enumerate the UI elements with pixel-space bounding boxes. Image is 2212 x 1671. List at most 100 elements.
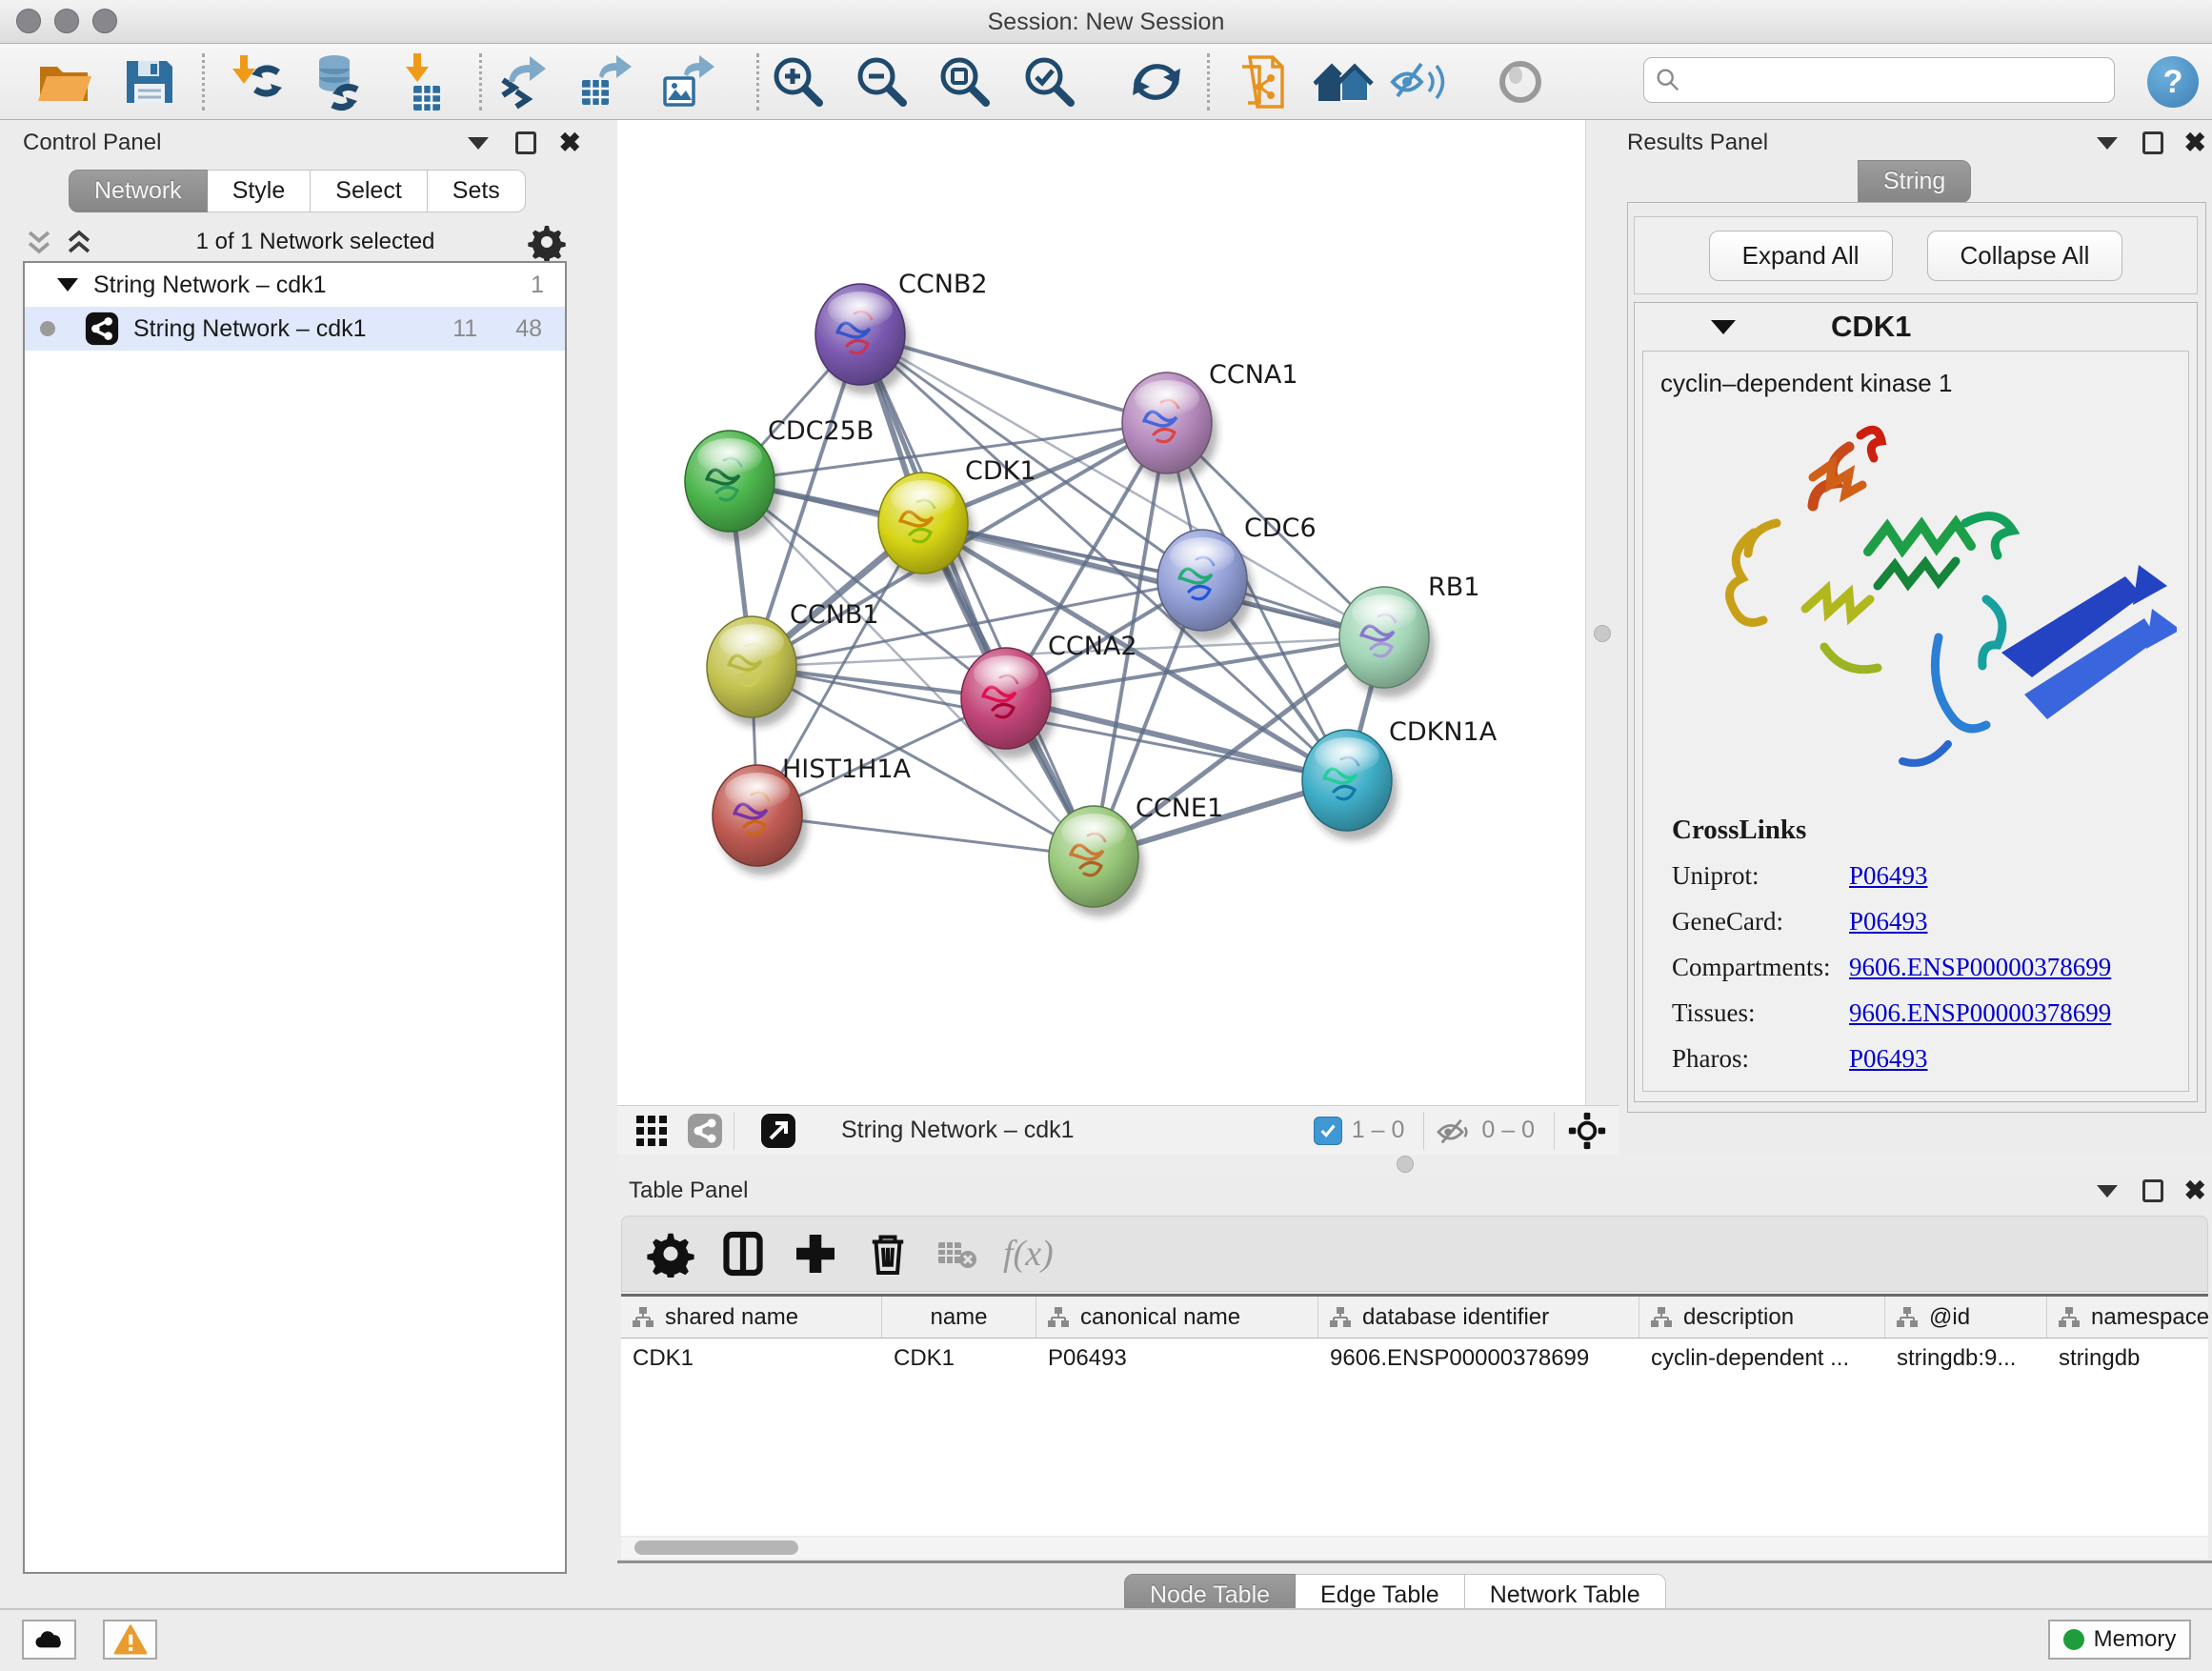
crosslink-link[interactable]: P06493 <box>1849 907 1928 936</box>
network-node-HIST1H1A[interactable]: HIST1H1A <box>713 755 912 876</box>
cell-databaseidentifier[interactable]: 9606.ENSP00000378699 <box>1318 1339 1639 1380</box>
export-network-button[interactable] <box>493 51 554 112</box>
crosslink-link[interactable]: P06493 <box>1849 1044 1928 1074</box>
tree-expander-icon[interactable] <box>57 278 78 292</box>
selected-count: 1 – 0 <box>1352 1117 1405 1144</box>
network-collection-row[interactable]: String Network – cdk1 1 <box>25 263 565 307</box>
network-node-CDKN1A[interactable]: CDKN1A <box>1302 717 1498 840</box>
network-node-CCNB1[interactable]: CCNB1 <box>707 600 879 727</box>
collapse-all-icon[interactable] <box>23 226 55 258</box>
cloud-status-button[interactable] <box>22 1620 76 1660</box>
network-node-CCNB2[interactable]: CCNB2 <box>815 270 988 394</box>
toolbar-search-field[interactable] <box>1643 57 2115 103</box>
cell-id[interactable]: stringdb:9... <box>1885 1339 2047 1380</box>
show-all-button[interactable] <box>1490 51 1551 112</box>
memory-button[interactable]: Memory <box>2048 1620 2191 1660</box>
help-button[interactable]: ? <box>2147 56 2199 108</box>
panel-menu-button[interactable] <box>2097 137 2118 150</box>
network-edge-HIST1H1A-CCNE1[interactable] <box>757 815 1094 856</box>
cell-canonicalname[interactable]: P06493 <box>1036 1339 1318 1380</box>
horizontal-scrollbar[interactable] <box>621 1538 2208 1559</box>
cell-description[interactable]: cyclin-dependent ... <box>1639 1339 1885 1380</box>
network-node-CDK1[interactable]: CDK1 <box>878 456 1036 583</box>
export-image-button[interactable] <box>659 51 720 112</box>
expand-all-button[interactable]: Expand All <box>1709 231 1893 281</box>
node-label-CCNB2: CCNB2 <box>898 270 988 299</box>
zoom-fit-button[interactable] <box>935 51 995 112</box>
tab-string[interactable]: String <box>1858 160 1971 203</box>
panel-close-button[interactable]: ✖ <box>2184 1178 2206 1204</box>
tab-sets[interactable]: Sets <box>428 170 526 212</box>
results-panel-title: Results Panel <box>1627 130 1768 156</box>
search-input[interactable] <box>1682 61 2114 99</box>
home-view-button[interactable] <box>1314 51 1375 112</box>
panel-float-button[interactable] <box>2142 131 2163 154</box>
import-table-button[interactable] <box>392 51 453 112</box>
panel-menu-button[interactable] <box>468 137 489 150</box>
import-database-button[interactable] <box>308 51 369 112</box>
show-columns-icon[interactable] <box>719 1230 767 1278</box>
gene-section-header[interactable]: CDK1 <box>1635 303 2197 351</box>
collapse-all-button[interactable]: Collapse All <box>1927 231 2123 281</box>
crosslink-link[interactable]: 9606.ENSP00000378699 <box>1849 998 2111 1028</box>
panel-float-button[interactable] <box>515 131 536 154</box>
save-session-button[interactable] <box>119 51 180 112</box>
column-header-databaseidentifier[interactable]: database identifier <box>1318 1297 1639 1338</box>
horizontal-splitter[interactable] <box>617 1155 2212 1174</box>
table-row[interactable]: CDK1CDK1P064939606.ENSP00000378699cyclin… <box>621 1339 2208 1380</box>
expand-all-icon[interactable] <box>63 226 95 258</box>
tab-network[interactable]: Network <box>69 170 208 212</box>
cell-sharedname[interactable]: CDK1 <box>621 1339 882 1380</box>
network-node-RB1[interactable]: RB1 <box>1339 573 1479 697</box>
panel-close-button[interactable]: ✖ <box>2184 130 2206 156</box>
add-column-icon[interactable] <box>792 1230 839 1278</box>
column-header-id[interactable]: @id <box>1885 1297 2047 1338</box>
tab-style[interactable]: Style <box>208 170 312 212</box>
splitter-handle[interactable] <box>1594 625 1611 642</box>
tab-select[interactable]: Select <box>311 170 427 212</box>
toolbar-separator <box>479 53 482 111</box>
panel-float-button[interactable] <box>2142 1179 2163 1202</box>
panel-menu-button[interactable] <box>2097 1185 2118 1198</box>
share-view-icon[interactable] <box>686 1112 724 1150</box>
selected-checkbox[interactable] <box>1314 1117 1342 1145</box>
warnings-button[interactable] <box>103 1620 157 1660</box>
refresh-button[interactable] <box>1126 51 1187 112</box>
vertical-splitter[interactable] <box>1585 120 1619 1105</box>
open-session-button[interactable] <box>34 51 95 112</box>
crosslink-link[interactable]: 9606.ENSP00000378699 <box>1849 953 2111 982</box>
zoom-selected-button[interactable] <box>1019 51 1080 112</box>
network-graph[interactable]: CCNB2CCNA1CDC25BCDK1CDC6RB1CCNB1CCNA2CDK… <box>617 120 1585 1105</box>
network-node-CCNE1[interactable]: CCNE1 <box>1049 794 1223 916</box>
cell-namespace[interactable]: stringdb <box>2047 1339 2208 1380</box>
gear-icon[interactable] <box>528 223 566 261</box>
network-canvas[interactable]: CCNB2CCNA1CDC25BCDK1CDC6RB1CCNB1CCNA2CDK… <box>617 120 1585 1105</box>
section-expander-icon[interactable] <box>1711 320 1736 334</box>
zoom-in-button[interactable] <box>768 51 829 112</box>
crosslink-link[interactable]: P06493 <box>1849 861 1928 891</box>
scrollbar-thumb[interactable] <box>634 1540 798 1555</box>
hide-selected-button[interactable] <box>1389 51 1450 112</box>
column-header-name[interactable]: name <box>882 1297 1036 1338</box>
network-node-CDC25B[interactable]: CDC25B <box>685 416 874 541</box>
network-row[interactable]: String Network – cdk1 11 48 <box>25 307 565 351</box>
pan-crosshair-icon[interactable] <box>1568 1112 1606 1150</box>
column-header-canonicalname[interactable]: canonical name <box>1036 1297 1318 1338</box>
birdseye-grid-icon[interactable] <box>633 1112 671 1150</box>
gene-description: cyclin–dependent kinase 1 <box>1660 369 2188 398</box>
cell-name[interactable]: CDK1 <box>882 1339 1036 1380</box>
splitter-handle[interactable] <box>1397 1156 1414 1173</box>
open-in-new-icon[interactable] <box>759 1112 797 1150</box>
column-header-namespace[interactable]: namespace <box>2047 1297 2208 1338</box>
delete-column-trash-icon[interactable] <box>864 1230 912 1278</box>
import-network-button[interactable] <box>227 51 288 112</box>
zoom-out-button[interactable] <box>852 51 913 112</box>
node-label-CCNA2: CCNA2 <box>1048 632 1137 661</box>
network-node-CDC6[interactable]: CDC6 <box>1157 513 1317 640</box>
table-settings-gear-icon[interactable] <box>647 1230 694 1278</box>
export-table-button[interactable] <box>576 51 637 112</box>
panel-close-button[interactable]: ✖ <box>559 130 581 156</box>
clone-network-button[interactable] <box>1235 51 1296 112</box>
column-header-sharedname[interactable]: shared name <box>621 1297 882 1338</box>
column-header-description[interactable]: description <box>1639 1297 1885 1338</box>
